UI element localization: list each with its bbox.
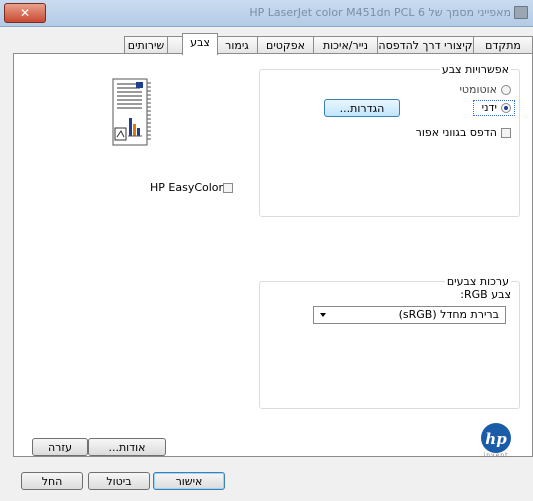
printer-icon: [514, 6, 528, 19]
tab-strip: מתקדם קיצורי דרך להדפסה נייר/איכות אפקטי…: [0, 30, 533, 55]
grayscale-label: הדפס בגווני אפור: [415, 126, 497, 139]
color-options-group: אפשרויות צבע אוטומטי ידני הגדרות... הדפס…: [259, 63, 520, 217]
grayscale-checkbox[interactable]: [501, 128, 511, 138]
cancel-button[interactable]: ביטול: [88, 472, 150, 490]
apply-button[interactable]: החל: [21, 472, 83, 490]
help-button[interactable]: עזרה: [32, 438, 88, 456]
auto-label: אוטומטי: [459, 83, 497, 96]
about-button[interactable]: אודות...: [88, 438, 166, 456]
ok-button[interactable]: אישור: [153, 472, 225, 490]
color-themes-group: ערכות צבעים צבע RGB: ברירת מחדל (sRGB): [259, 275, 520, 409]
tab-shortcuts[interactable]: קיצורי דרך להדפסה: [377, 36, 474, 54]
easycolor-label: HP EasyColor: [150, 181, 224, 194]
dropdown-arrow-icon: [320, 313, 326, 317]
tab-spacer: [166, 36, 183, 54]
rgb-label: צבע RGB:: [460, 288, 511, 301]
tab-services[interactable]: שירותים: [124, 36, 168, 54]
color-tab-panel: אפשרויות צבע אוטומטי ידני הגדרות... הדפס…: [13, 53, 533, 459]
close-button[interactable]: ✕: [4, 3, 46, 23]
tab-color[interactable]: צבע: [182, 33, 218, 55]
auto-radio[interactable]: [501, 85, 511, 95]
settings-button[interactable]: הגדרות...: [324, 99, 400, 117]
color-options-title: אפשרויות צבע: [439, 63, 511, 76]
title-bar: ✕ מאפייני מסמך של HP LaserJet color M451…: [0, 0, 533, 27]
tab-paper-quality[interactable]: נייר/איכות: [313, 36, 378, 54]
manual-radio[interactable]: [501, 103, 511, 113]
rgb-color-select[interactable]: ברירת מחדל (sRGB): [313, 306, 506, 324]
manual-label: ידני: [481, 101, 497, 114]
tab-advanced[interactable]: מתקדם: [473, 36, 533, 54]
tab-finishing[interactable]: גימור: [216, 36, 258, 54]
svg-text:hp: hp: [485, 430, 507, 448]
easycolor-checkbox[interactable]: [223, 183, 233, 193]
tab-effects[interactable]: אפקטים: [257, 36, 314, 54]
document-preview-icon: [112, 78, 151, 146]
window-title: מאפייני מסמך של HP LaserJet color M451dn…: [249, 6, 511, 19]
color-themes-title: ערכות צבעים: [444, 275, 511, 288]
hp-invent-text: invent: [483, 452, 509, 459]
rgb-select-value: ברירת מחדל (sRGB): [398, 308, 499, 321]
